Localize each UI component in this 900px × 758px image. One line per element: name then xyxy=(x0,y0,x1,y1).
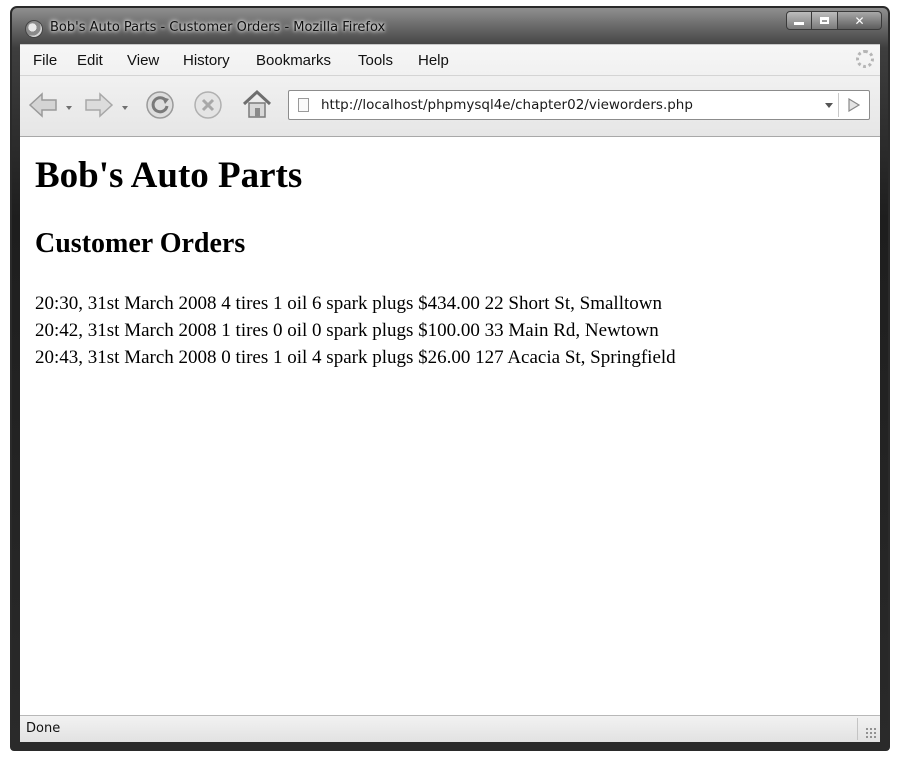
title-bar[interactable]: Bob's Auto Parts - Customer Orders - Moz… xyxy=(12,8,888,44)
url-history-dropdown-icon[interactable] xyxy=(825,103,833,108)
maximize-button[interactable] xyxy=(812,11,838,30)
address-bar[interactable]: http://localhost/phpmysql4e/chapter02/vi… xyxy=(288,90,870,120)
menu-history[interactable]: History xyxy=(183,52,230,69)
order-line: 20:30, 31st March 2008 4 tires 1 oil 6 s… xyxy=(35,293,662,314)
resize-grip-icon[interactable] xyxy=(865,727,877,739)
page-icon xyxy=(298,98,309,112)
go-button[interactable] xyxy=(847,98,861,112)
home-button[interactable] xyxy=(240,88,274,120)
order-line: 20:43, 31st March 2008 0 tires 1 oil 4 s… xyxy=(35,347,676,368)
menu-tools[interactable]: Tools xyxy=(358,52,393,69)
forward-history-dropdown-icon[interactable] xyxy=(122,106,128,110)
menu-bookmarks[interactable]: Bookmarks xyxy=(256,52,331,69)
minimize-icon xyxy=(794,22,804,25)
page-heading: Bob's Auto Parts xyxy=(35,155,303,196)
close-button[interactable]: ✕ xyxy=(838,11,882,30)
status-bar: Done xyxy=(20,715,880,742)
menu-file[interactable]: File xyxy=(33,52,57,69)
reload-button[interactable] xyxy=(144,89,176,121)
forward-button[interactable] xyxy=(82,90,116,120)
orders-list: 20:30, 31st March 2008 4 tires 1 oil 6 s… xyxy=(35,290,676,371)
navigation-toolbar: http://localhost/phpmysql4e/chapter02/vi… xyxy=(20,76,880,134)
browser-chrome: File Edit View History Bookmarks Tools H… xyxy=(20,44,880,137)
url-separator xyxy=(838,93,839,117)
status-separator xyxy=(857,718,858,740)
close-icon: ✕ xyxy=(854,13,865,28)
window-title: Bob's Auto Parts - Customer Orders - Moz… xyxy=(50,20,386,35)
menu-edit[interactable]: Edit xyxy=(77,52,103,69)
back-history-dropdown-icon[interactable] xyxy=(66,106,72,110)
menu-view[interactable]: View xyxy=(127,52,159,69)
menu-help[interactable]: Help xyxy=(418,52,449,69)
back-button[interactable] xyxy=(26,90,60,120)
page-subheading: Customer Orders xyxy=(35,228,246,259)
throbber-icon xyxy=(856,50,874,68)
minimize-button[interactable] xyxy=(786,11,812,30)
stop-button[interactable] xyxy=(192,89,224,121)
order-line: 20:42, 31st March 2008 1 tires 0 oil 0 s… xyxy=(35,320,659,341)
status-text: Done xyxy=(26,721,61,736)
maximize-icon xyxy=(820,17,829,24)
window-controls: ✕ xyxy=(786,11,882,31)
menu-bar: File Edit View History Bookmarks Tools H… xyxy=(20,45,880,76)
page-content: Bob's Auto Parts Customer Orders 20:30, … xyxy=(20,136,880,715)
firefox-icon xyxy=(25,20,43,38)
browser-window: Bob's Auto Parts - Customer Orders - Moz… xyxy=(10,6,890,751)
url-text[interactable]: http://localhost/phpmysql4e/chapter02/vi… xyxy=(321,97,693,113)
